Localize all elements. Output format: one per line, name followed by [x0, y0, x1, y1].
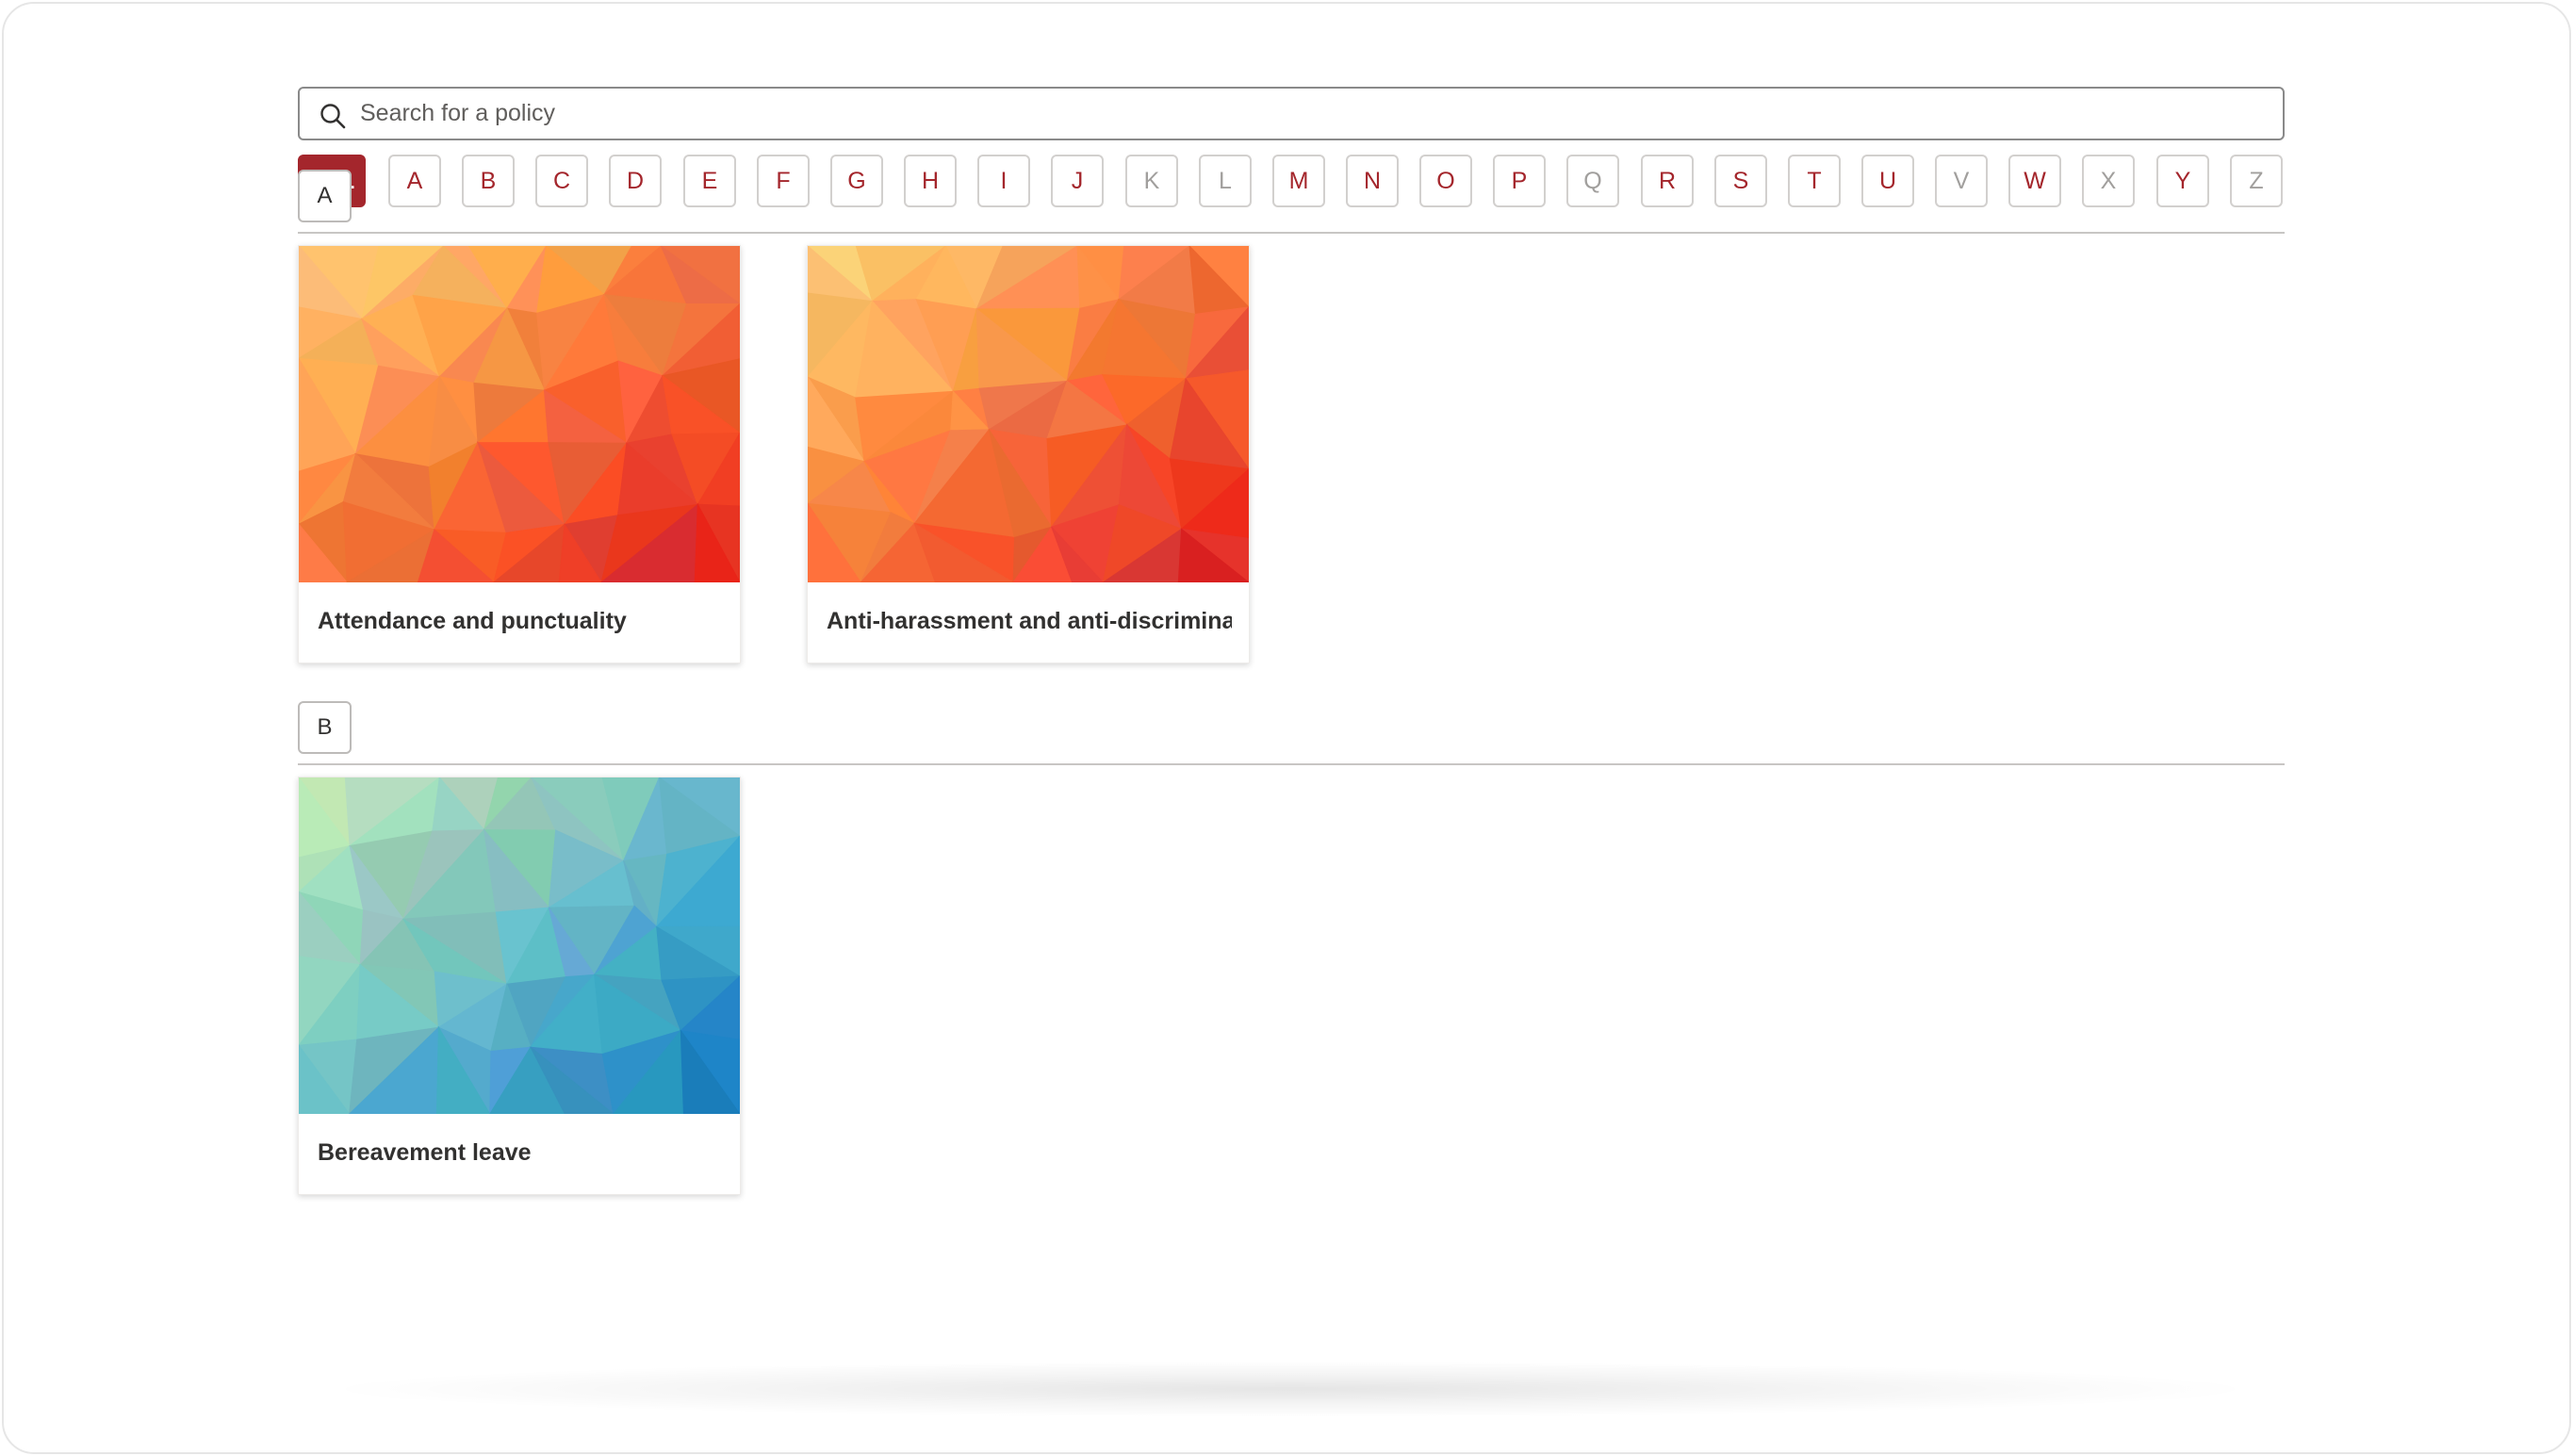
policy-card-title: Attendance and punctuality — [318, 608, 627, 634]
section-letter-badge: A — [298, 170, 352, 222]
section-a: A Attendance and punctuality Anti-harassme… — [298, 170, 2285, 667]
policy-card[interactable]: Anti-harassment and anti-discrimina... — [807, 245, 1250, 663]
policy-card-grid: Bereavement leave — [298, 777, 2285, 1199]
policy-card-image — [808, 246, 1249, 582]
policy-card[interactable]: Bereavement leave — [298, 777, 741, 1195]
search-icon — [320, 104, 346, 129]
policy-card-image — [299, 777, 740, 1114]
policy-card[interactable]: Attendance and punctuality — [298, 245, 741, 663]
section-divider — [298, 232, 2285, 234]
decorative-shadow — [315, 1361, 2266, 1417]
policy-card-image — [299, 246, 740, 582]
search-input[interactable] — [360, 90, 2264, 137]
section-header: A — [298, 170, 2285, 234]
section-divider — [298, 763, 2285, 765]
app-window: ALL ABCDEFGHIJKLMNOPQRSTUVWXYZ AAttendan… — [2, 2, 2571, 1454]
policy-directory: ALL ABCDEFGHIJKLMNOPQRSTUVWXYZ AAttendan… — [298, 87, 2285, 1195]
policy-card-title: Bereavement leave — [318, 1139, 532, 1166]
section-header: B — [298, 701, 2285, 765]
policy-card-title: Anti-harassment and anti-discrimina... — [827, 608, 1232, 634]
section-letter-badge: B — [298, 701, 352, 754]
section-b: B Bereavement leave — [298, 701, 2285, 1199]
search-box[interactable] — [298, 87, 2285, 140]
policy-card-grid: Attendance and punctuality Anti-harassmen… — [298, 245, 2285, 667]
